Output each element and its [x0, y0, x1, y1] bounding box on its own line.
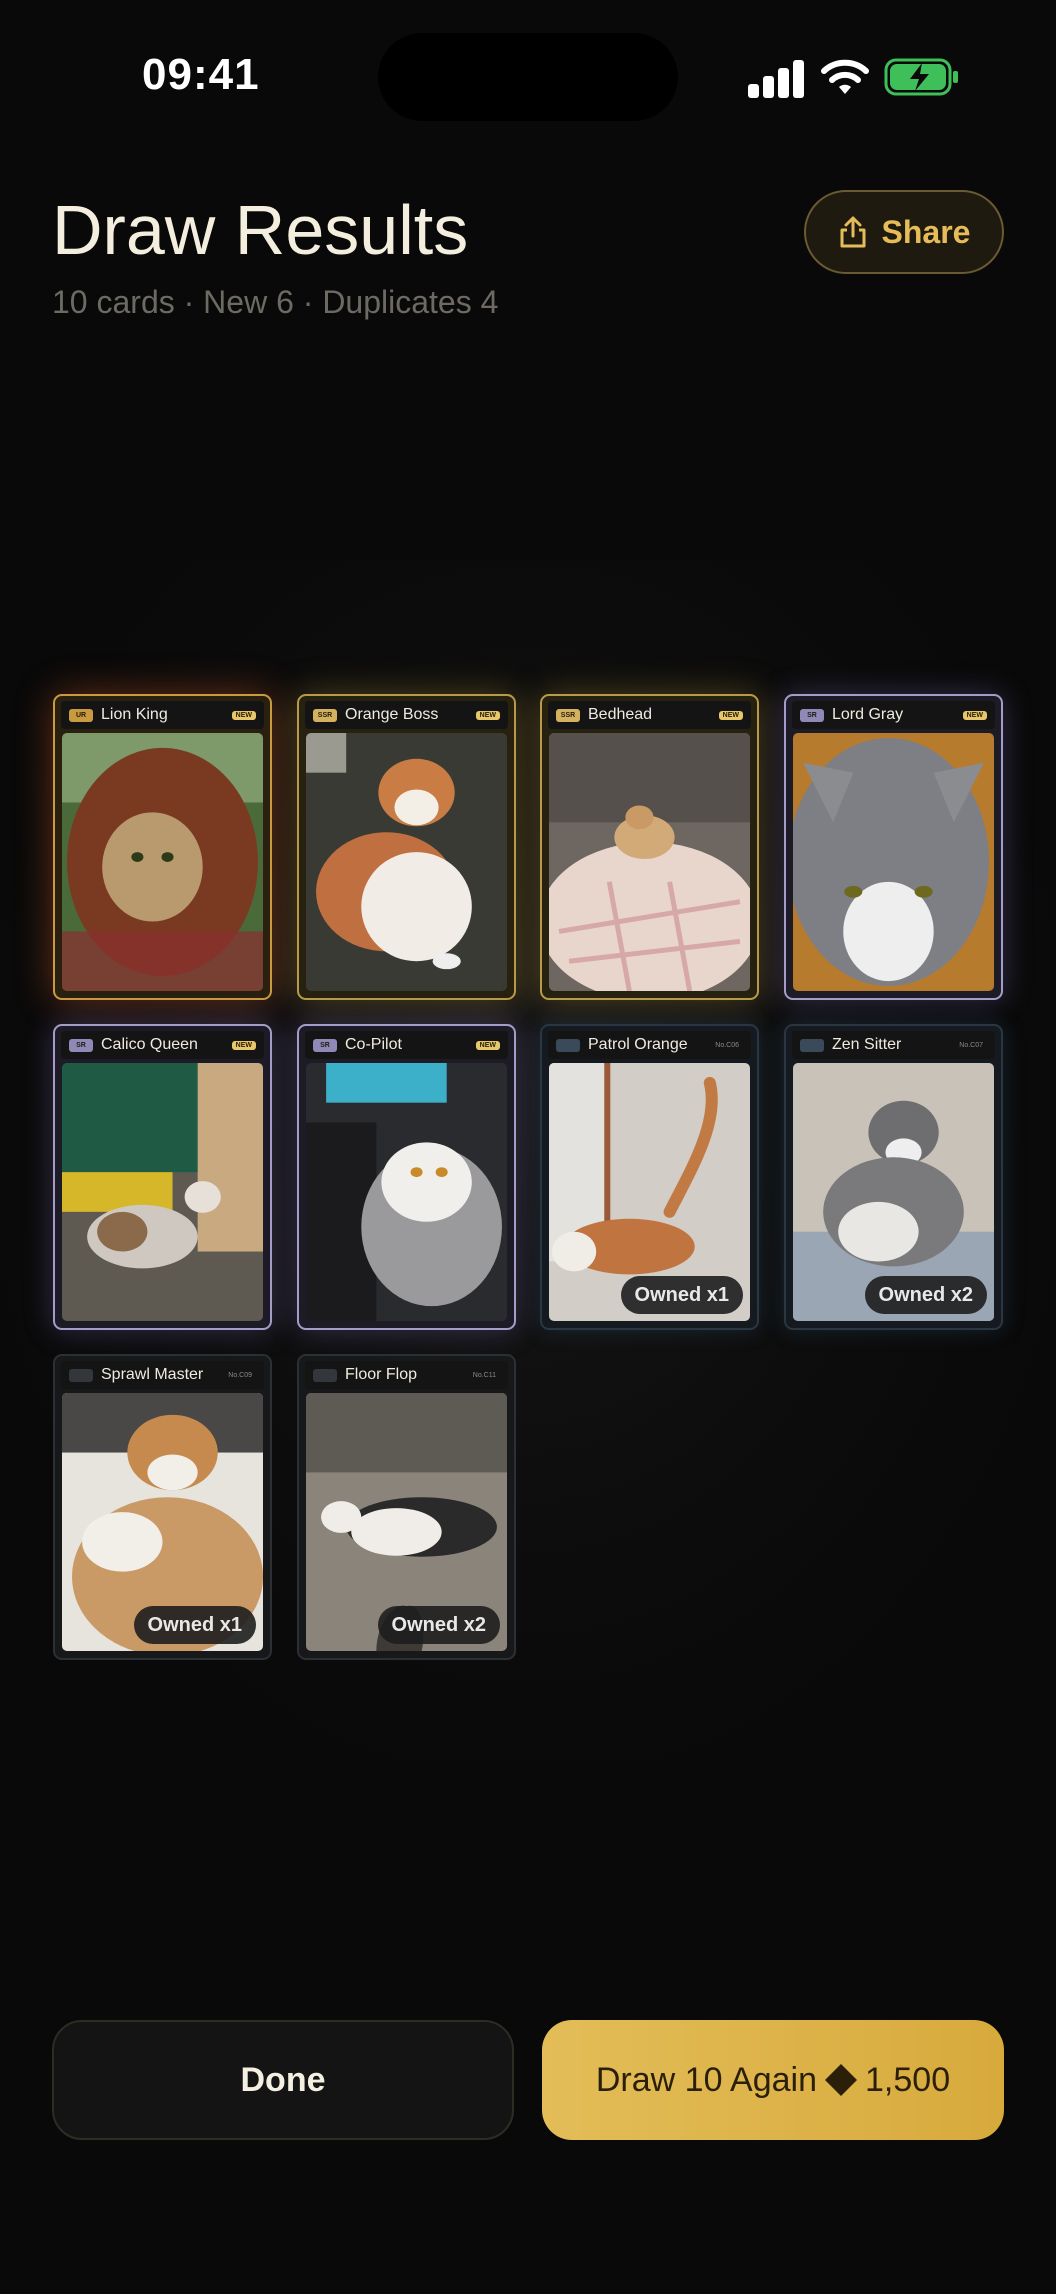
- card-name: Zen Sitter: [832, 1036, 902, 1053]
- draw-again-button[interactable]: Draw 10 Again 1,500: [542, 2020, 1004, 2140]
- card[interactable]: SSR Orange Boss NEW: [297, 694, 516, 1000]
- card[interactable]: Patrol Orange No.C06 Owned x1: [540, 1024, 759, 1330]
- card-name: Bedhead: [588, 706, 653, 723]
- card[interactable]: SR Calico Queen NEW: [53, 1024, 272, 1330]
- wifi-icon: [821, 59, 869, 94]
- card-header: Patrol Orange No.C06: [548, 1031, 751, 1059]
- card-header: SSR Bedhead NEW: [548, 701, 751, 729]
- share-button[interactable]: Share: [804, 190, 1004, 274]
- rarity-badge: [556, 1038, 580, 1052]
- card-number: No.C07: [959, 1041, 983, 1049]
- card[interactable]: Zen Sitter No.C07 Owned x2: [784, 1024, 1003, 1330]
- cellular-signal-icon: [748, 58, 804, 98]
- new-badge: NEW: [475, 1040, 500, 1050]
- card-name: Lord Gray: [832, 706, 904, 723]
- card-number: No.C06: [715, 1041, 739, 1049]
- rarity-badge: SSR: [556, 708, 580, 722]
- card-name: Floor Flop: [345, 1366, 418, 1383]
- card-name: Patrol Orange: [588, 1036, 688, 1053]
- cat-photo: [306, 1063, 507, 1321]
- card-name: Sprawl Master: [101, 1366, 204, 1383]
- done-label: Done: [240, 2060, 326, 2099]
- draw-summary: 10 cards · New 6 · Duplicates 4: [52, 284, 499, 320]
- dynamic-island: [378, 33, 678, 121]
- card[interactable]: Sprawl Master No.C09 Owned x1: [53, 1354, 272, 1660]
- cat-photo: [62, 733, 263, 991]
- card[interactable]: UR Lion King NEW: [53, 694, 272, 1000]
- card[interactable]: SSR Bedhead NEW: [540, 694, 759, 1000]
- new-badge: NEW: [231, 1040, 256, 1050]
- card-name: Lion King: [101, 706, 168, 723]
- rarity-badge: SR: [313, 1038, 337, 1052]
- card-number: No.C11: [472, 1371, 496, 1379]
- share-icon: [840, 216, 866, 248]
- card-header: Floor Flop No.C11: [305, 1361, 508, 1389]
- cat-photo: [306, 733, 507, 991]
- card-header: SSR Orange Boss NEW: [305, 701, 508, 729]
- cat-photo: [549, 733, 750, 991]
- rarity-badge: [800, 1038, 824, 1052]
- new-badge: NEW: [475, 710, 500, 720]
- card-header: UR Lion King NEW: [61, 701, 264, 729]
- rarity-badge: SR: [800, 708, 824, 722]
- rarity-badge: SSR: [313, 708, 337, 722]
- new-badge: NEW: [718, 710, 743, 720]
- draw-again-cost: 1,500: [865, 2060, 951, 2099]
- card-name: Orange Boss: [345, 706, 439, 723]
- battery-charging-icon: [884, 58, 958, 96]
- rarity-badge: [69, 1368, 93, 1382]
- card-name: Calico Queen: [101, 1036, 198, 1053]
- owned-count-badge: Owned x2: [377, 1606, 500, 1644]
- card-header: SR Lord Gray NEW: [792, 701, 995, 729]
- card-header: SR Co-Pilot NEW: [305, 1031, 508, 1059]
- cat-photo: [793, 733, 994, 991]
- draw-again-label: Draw 10 Again: [595, 2060, 818, 2099]
- owned-count-badge: Owned x1: [620, 1276, 743, 1314]
- new-badge: NEW: [962, 710, 987, 720]
- status-bar: 09:41: [0, 0, 1056, 150]
- card[interactable]: SR Lord Gray NEW: [784, 694, 1003, 1000]
- page-title: Draw Results: [52, 191, 469, 269]
- owned-count-badge: Owned x2: [864, 1276, 987, 1314]
- owned-count-badge: Owned x1: [133, 1606, 256, 1644]
- cat-photo: [62, 1063, 263, 1321]
- new-badge: NEW: [231, 710, 256, 720]
- card-name: Co-Pilot: [345, 1036, 402, 1053]
- share-label: Share: [881, 213, 971, 250]
- card-header: Zen Sitter No.C07: [792, 1031, 995, 1059]
- done-button[interactable]: Done: [52, 2020, 514, 2140]
- rarity-badge: SR: [69, 1038, 93, 1052]
- status-time: 09:41: [142, 50, 260, 99]
- card[interactable]: SR Co-Pilot NEW: [297, 1024, 516, 1330]
- card-header: Sprawl Master No.C09: [61, 1361, 264, 1389]
- card-number: No.C09: [228, 1371, 252, 1379]
- diamond-icon: [825, 2064, 858, 2096]
- rarity-badge: [313, 1368, 337, 1382]
- card[interactable]: Floor Flop No.C11 Owned x2: [297, 1354, 516, 1660]
- rarity-badge: UR: [69, 708, 93, 722]
- card-header: SR Calico Queen NEW: [61, 1031, 264, 1059]
